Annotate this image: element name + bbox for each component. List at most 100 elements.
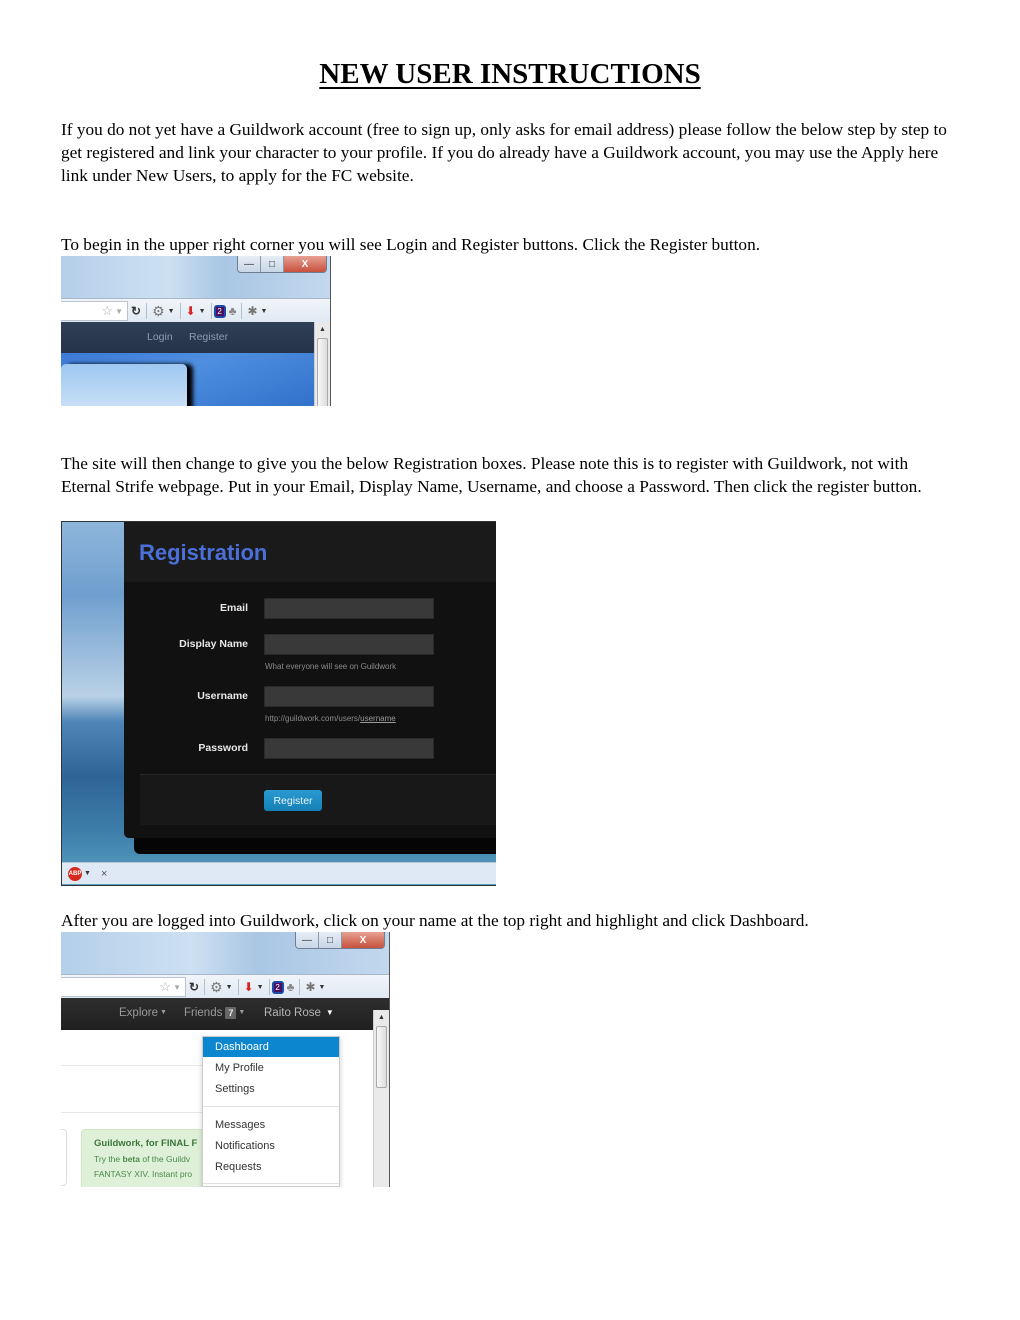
dropdown-arrow-icon[interactable]: ▼ (257, 984, 264, 991)
scrollbar-thumb[interactable] (376, 1026, 387, 1088)
screenshot-registration-form: Registration Email Display Name What eve… (61, 521, 496, 886)
intro-paragraph: If you do not yet have a Guildwork accou… (61, 120, 947, 185)
site-card (61, 364, 187, 406)
scrollbar[interactable]: ▲ (373, 1010, 389, 1187)
caret-down-icon: ▼ (238, 1009, 246, 1017)
password-field[interactable] (264, 738, 434, 759)
content-card (61, 1129, 67, 1186)
menu-item-settings[interactable]: Settings (203, 1079, 339, 1099)
scrollbar[interactable]: ▲ (314, 322, 330, 406)
content-divider (61, 1112, 202, 1113)
url-bar[interactable]: ☆ ▼ (61, 977, 186, 997)
adblock-plus-icon[interactable]: ABP (68, 866, 82, 881)
dropdown-arrow-icon[interactable]: ▼ (168, 308, 175, 315)
register-link[interactable]: Register (189, 331, 228, 343)
registration-panel: Registration Email Display Name What eve… (124, 522, 496, 838)
notification-badge-icon[interactable]: 2 (271, 980, 284, 994)
reload-icon[interactable]: ↻ (131, 304, 141, 318)
register-button[interactable]: Register (264, 790, 322, 811)
explore-menu[interactable]: Explore ▼ (119, 1007, 167, 1019)
addon-icon[interactable]: ♣ (287, 980, 295, 994)
login-link[interactable]: Login (147, 331, 173, 343)
menu-item-dashboard[interactable]: Dashboard (203, 1037, 339, 1057)
registration-header: Registration (124, 522, 496, 582)
content-divider (61, 1065, 202, 1066)
toolbar-separator (241, 303, 243, 319)
star-icon[interactable]: ☆ (101, 303, 113, 319)
dropdown-arrow-icon[interactable]: ▼ (173, 983, 181, 992)
gear-icon[interactable]: ⚙ (210, 979, 223, 996)
friends-count-badge: 7 (225, 1007, 237, 1019)
scroll-up-icon[interactable]: ▲ (374, 1010, 389, 1024)
download-cancel-icon[interactable]: ⬇ (186, 304, 196, 318)
notice-title: Guildwork, for FINAL F (94, 1138, 198, 1149)
registration-heading: Registration (139, 540, 268, 565)
email-label: Email (219, 602, 248, 614)
gear-icon[interactable]: ⚙ (152, 303, 165, 320)
scrollbar-thumb[interactable] (317, 338, 328, 406)
maximize-button[interactable]: □ (261, 256, 284, 272)
browser-toolbar: ☆ ▼ ↻ ⚙ ▼ ⬇ ▼ 2 ♣ ✱ ▼ (61, 298, 330, 324)
maximize-button[interactable]: □ (319, 932, 342, 948)
menu-item-notifications[interactable]: Notifications (203, 1136, 339, 1156)
beta-notice: Guildwork, for FINAL F Try the beta of t… (81, 1129, 213, 1187)
menu-item-my-profile[interactable]: My Profile (203, 1058, 339, 1078)
username-label: Username (197, 690, 248, 702)
user-menu[interactable]: Raito Rose ▼ (264, 1007, 334, 1019)
window-controls: — □ X (295, 932, 385, 949)
site-header: Login Register (61, 322, 330, 353)
reload-icon[interactable]: ↻ (189, 980, 199, 994)
close-button[interactable]: X (284, 256, 326, 272)
step1-paragraph: To begin in the upper right corner you w… (61, 235, 761, 254)
step3-paragraph: After you are logged into Guildwork, cli… (61, 911, 809, 930)
bug-icon[interactable]: ✱ (247, 304, 257, 318)
toolbar-separator (299, 979, 301, 995)
password-label: Password (198, 742, 248, 754)
screenshot-login-register: — □ X ☆ ▼ ↻ ⚙ ▼ ⬇ ▼ 2 ♣ ✱ ▼ Login Register ▲ (61, 256, 331, 406)
notice-line-2: FANTASY XIV. Instant pro (94, 1169, 193, 1179)
notification-badge-icon[interactable]: 2 (213, 304, 226, 318)
dropdown-arrow-icon[interactable]: ▼ (226, 984, 233, 991)
toolbar-separator (210, 303, 212, 319)
username-url-prefix: http://guildwork.com/users/ (265, 714, 361, 723)
close-button[interactable]: X (342, 932, 384, 948)
browser-toolbar: ☆ ▼ ↻ ⚙ ▼ ⬇ ▼ 2 ♣ ✱ ▼ (61, 974, 389, 1000)
display-name-help: What everyone will see on Guildwork (265, 662, 397, 671)
toolbar-separator (204, 979, 206, 995)
toolbar-separator (237, 979, 239, 995)
display-name-field[interactable] (264, 634, 434, 655)
screenshot-dashboard-menu: — □ X ☆ ▼ ↻ ⚙ ▼ ⬇ ▼ 2 ♣ ✱ ▼ Explore ▼ Friends… (61, 932, 390, 1187)
dropdown-arrow-icon[interactable]: ▼ (261, 308, 268, 315)
toolbar-separator (268, 979, 270, 995)
caret-down-icon: ▼ (325, 1008, 334, 1018)
minimize-button[interactable]: — (296, 932, 319, 948)
scroll-up-icon[interactable]: ▲ (315, 322, 330, 336)
caret-down-icon: ▼ (160, 1009, 167, 1017)
star-icon[interactable]: ☆ (159, 979, 171, 995)
dropdown-arrow-icon[interactable]: ▼ (115, 307, 123, 316)
friends-menu[interactable]: Friends 7 ▼ (184, 1007, 245, 1019)
username-field[interactable] (264, 686, 434, 707)
menu-item-requests[interactable]: Requests (203, 1157, 339, 1177)
notice-line-1: Try the beta of the Guildv (94, 1154, 191, 1164)
dropdown-arrow-icon[interactable]: ▼ (84, 870, 91, 877)
download-cancel-icon[interactable]: ⬇ (244, 980, 254, 994)
username-url-link[interactable]: username (360, 714, 396, 723)
user-dropdown-menu: Dashboard My Profile Settings Messages N… (202, 1036, 340, 1187)
minimize-button[interactable]: — (238, 256, 261, 272)
dropdown-arrow-icon[interactable]: ▼ (199, 308, 206, 315)
registration-footer: Register (140, 774, 496, 825)
url-bar[interactable]: ☆ ▼ (61, 301, 128, 321)
menu-item-messages[interactable]: Messages (203, 1115, 339, 1135)
email-field[interactable] (264, 598, 434, 619)
display-name-label: Display Name (179, 638, 248, 650)
close-addon-bar-icon[interactable]: × (101, 868, 107, 880)
addon-icon[interactable]: ♣ (229, 304, 237, 318)
beta-link[interactable]: beta (123, 1154, 140, 1164)
bug-icon[interactable]: ✱ (305, 980, 315, 994)
step2-paragraph: The site will then change to give you th… (61, 454, 922, 496)
window-controls: — □ X (237, 256, 327, 273)
site-navbar: Explore ▼ Friends 7 ▼ Raito Rose ▼ (61, 998, 389, 1030)
menu-divider (203, 1106, 339, 1107)
dropdown-arrow-icon[interactable]: ▼ (319, 984, 326, 991)
